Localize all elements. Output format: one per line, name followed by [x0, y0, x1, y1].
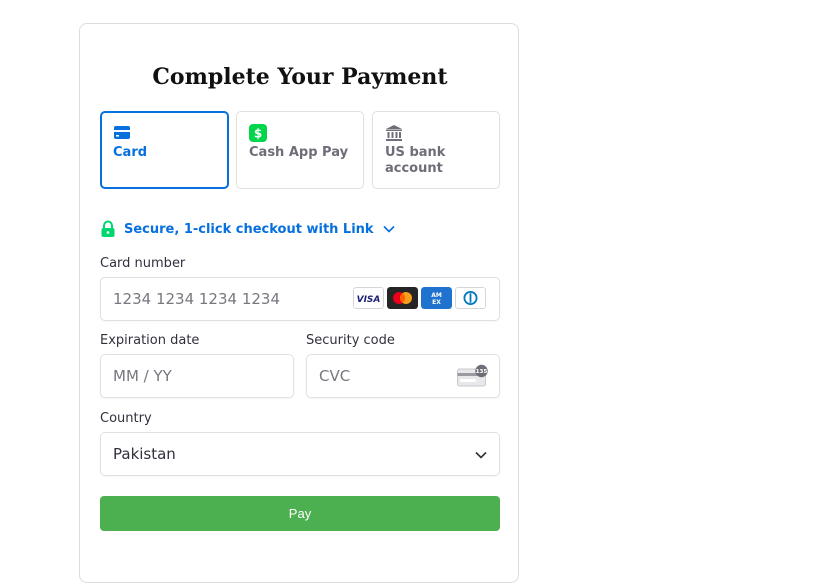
security-code-label: Security code	[306, 333, 395, 348]
svg-text:VISA: VISA	[357, 295, 381, 305]
cash-app-icon: $	[249, 124, 267, 142]
cvc-badge-text: 135	[476, 369, 488, 375]
cvc-card-icon: 135	[457, 364, 488, 387]
pay-button[interactable]: Pay	[100, 496, 500, 531]
svg-text:$: $	[254, 127, 262, 141]
country-select[interactable]: Pakistan	[100, 432, 500, 476]
country-label: Country	[100, 411, 152, 426]
visa-icon: VISA	[353, 287, 384, 309]
tab-card-label: Card	[113, 145, 148, 160]
tab-cash-app-pay-label: Cash App Pay	[249, 145, 349, 160]
lock-icon	[101, 220, 115, 237]
link-checkout-text: Secure, 1-click checkout with Link	[124, 221, 374, 237]
diners-club-icon	[455, 287, 486, 309]
card-number-placeholder: 1234 1234 1234 1234	[113, 290, 280, 308]
security-code-placeholder: CVC	[319, 367, 351, 385]
chevron-down-icon	[383, 225, 395, 233]
link-checkout-toggle[interactable]: Secure, 1-click checkout with Link	[100, 219, 396, 239]
expiration-date-input[interactable]: MM / YY	[100, 354, 294, 398]
card-number-label: Card number	[100, 256, 186, 271]
tab-us-bank-account-label: US bank account	[385, 145, 446, 176]
expiration-date-placeholder: MM / YY	[113, 367, 172, 385]
chevron-down-icon	[475, 451, 487, 459]
amex-icon: AM EX	[421, 287, 452, 309]
tab-us-bank-account[interactable]: US bank account	[372, 111, 500, 189]
country-value: Pakistan	[113, 445, 176, 463]
svg-text:AM: AM	[431, 292, 442, 299]
bank-icon	[386, 125, 402, 141]
mastercard-icon	[387, 287, 418, 309]
security-code-input[interactable]: CVC 135	[306, 354, 500, 398]
credit-card-icon	[114, 126, 130, 139]
expiration-date-label: Expiration date	[100, 333, 200, 348]
page-title: Complete Your Payment	[152, 64, 448, 90]
tab-cash-app-pay[interactable]: $ Cash App Pay	[236, 111, 364, 189]
card-number-input[interactable]: 1234 1234 1234 1234 VISA AM EX	[100, 277, 500, 321]
tab-card[interactable]: Card	[100, 111, 229, 189]
svg-text:EX: EX	[432, 299, 441, 306]
